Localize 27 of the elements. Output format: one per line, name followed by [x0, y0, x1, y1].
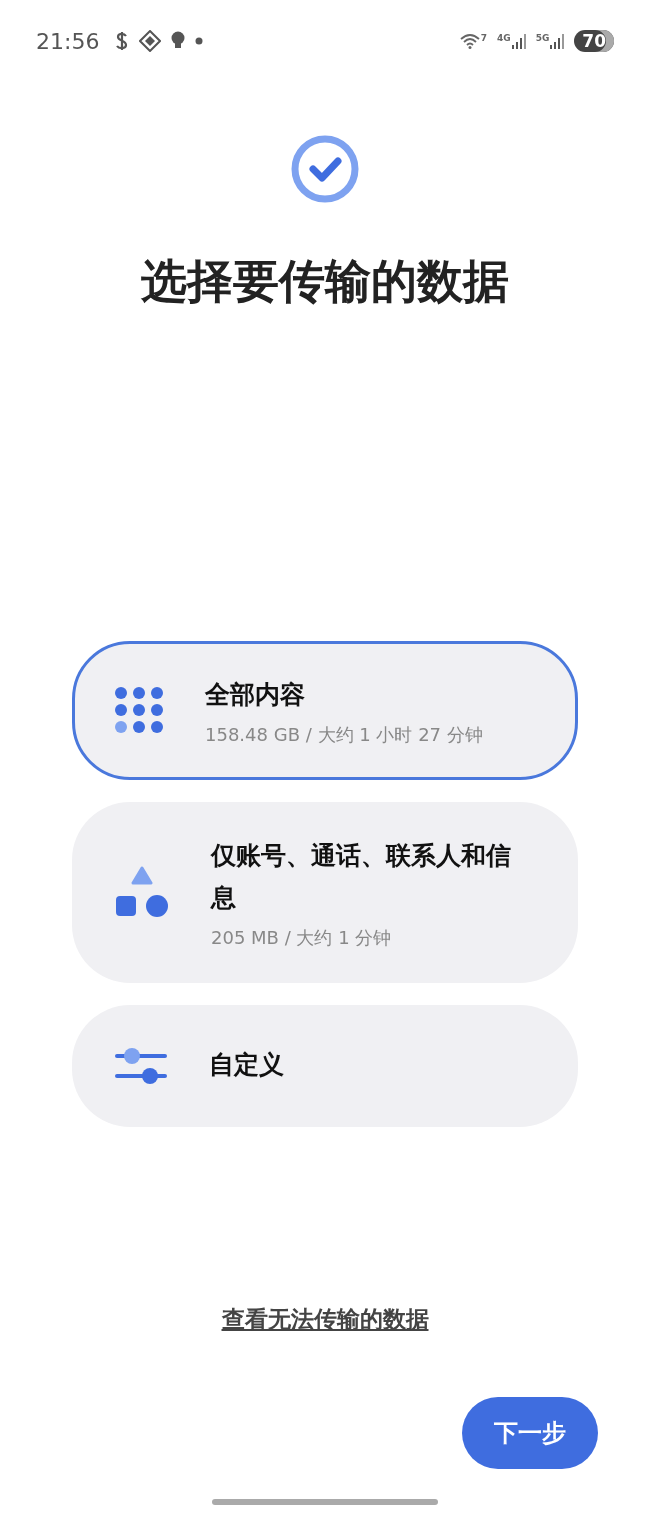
- untransferable-data-link[interactable]: 查看无法传输的数据: [221, 1304, 429, 1335]
- shapes-icon: [115, 866, 169, 918]
- status-time: 21:56: [36, 28, 100, 54]
- network-label: 4G: [497, 33, 511, 43]
- signal-icon: [550, 33, 565, 49]
- next-button[interactable]: 下一步: [462, 1397, 598, 1469]
- sliders-icon: [115, 1045, 167, 1086]
- signal-icon: [511, 33, 526, 49]
- option-title: 仅账号、通话、联系人和信息: [211, 839, 512, 914]
- option-detail: 158.48 GB / 大约 1 小时 27 分钟: [205, 722, 483, 747]
- dot-icon: [195, 37, 204, 45]
- checkmark-icon: [291, 135, 359, 203]
- option-card[interactable]: 仅账号、通话、联系人和信息 205 MB / 大约 1 分钟: [72, 801, 578, 983]
- option-title: 全部内容: [205, 679, 306, 711]
- grid-icon: [115, 687, 163, 734]
- battery-level: 70: [574, 30, 614, 52]
- dollar-icon: [115, 31, 130, 51]
- option-card[interactable]: 全部内容 158.48 GB / 大约 1 小时 27 分钟: [72, 641, 578, 780]
- option-card[interactable]: 自定义: [72, 1004, 578, 1127]
- network-label: 5G: [535, 33, 550, 43]
- option-detail: 205 MB / 大约 1 分钟: [211, 925, 393, 950]
- wifi-icon: [459, 33, 480, 49]
- lightbulb-icon: [171, 31, 186, 51]
- diamond-icon: [139, 30, 162, 52]
- option-title: 自定义: [209, 1049, 284, 1082]
- page-title: 选择要传输的数据: [141, 253, 509, 310]
- wifi-label: 7: [480, 33, 487, 43]
